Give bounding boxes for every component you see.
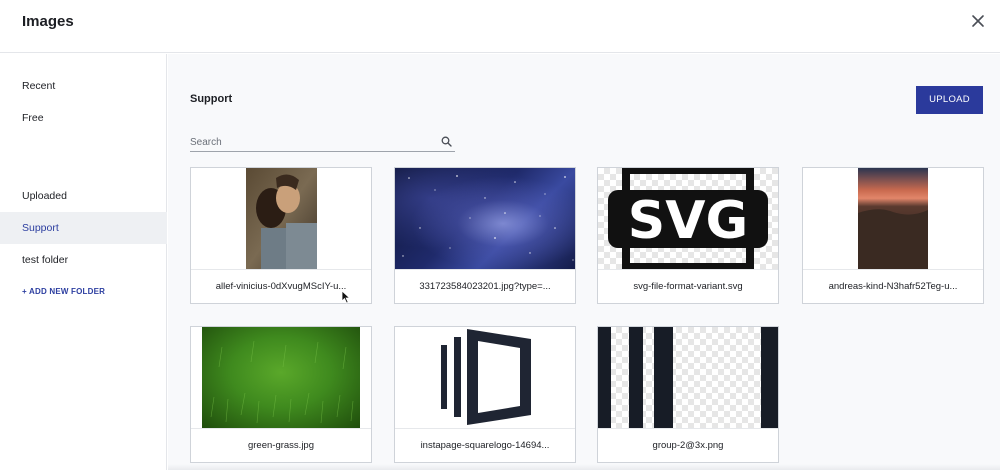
dialog-title: Images [22, 13, 74, 30]
image-card[interactable]: andreas-kind-N3hafr52Teg-u... [802, 167, 984, 304]
image-thumbnail: SVG [598, 168, 778, 269]
search-input[interactable] [190, 133, 430, 151]
sidebar-item-test-folder[interactable]: test folder [0, 244, 167, 276]
sidebar-item-uploaded[interactable]: Uploaded [0, 180, 167, 212]
image-card[interactable]: allef-vinicius-0dXvugMScIY-u... [190, 167, 372, 304]
section-title: Support [190, 93, 233, 105]
image-thumbnail [191, 327, 371, 428]
search-field [190, 133, 455, 152]
dialog-header: Images [0, 0, 1000, 53]
image-card[interactable]: group-2@3x.png [597, 326, 779, 463]
image-thumbnail [191, 168, 371, 269]
sidebar-item-free[interactable]: Free [0, 102, 167, 134]
image-filename: group-2@3x.png [598, 428, 778, 463]
image-card[interactable]: SVG svg-file-format-variant.svg [597, 167, 779, 304]
image-filename: 331723584023201.jpg?type=... [395, 269, 575, 304]
sidebar-item-support[interactable]: Support [0, 212, 167, 244]
image-filename: green-grass.jpg [191, 428, 371, 463]
image-filename: svg-file-format-variant.svg [598, 269, 778, 304]
image-card[interactable]: green-grass.jpg [190, 326, 372, 463]
image-card[interactable]: 331723584023201.jpg?type=... [394, 167, 576, 304]
image-thumbnail [803, 168, 983, 269]
image-thumbnail [395, 168, 575, 269]
image-filename: andreas-kind-N3hafr52Teg-u... [803, 269, 983, 304]
close-icon[interactable] [967, 10, 989, 32]
scroll-shadow [168, 464, 1000, 470]
sidebar: Recent Free Uploaded Support test folder… [0, 54, 167, 470]
svg-text:SVG: SVG [628, 191, 748, 251]
image-thumbnail [598, 327, 778, 428]
mouse-cursor-icon [341, 290, 351, 304]
search-icon[interactable] [441, 136, 452, 147]
main-panel: Support UPLOAD allef [168, 54, 1000, 470]
image-thumbnail [395, 327, 575, 428]
upload-button[interactable]: UPLOAD [916, 86, 983, 114]
add-new-folder-link[interactable]: + ADD NEW FOLDER [22, 287, 105, 296]
image-filename: instapage-squarelogo-14694... [395, 428, 575, 463]
image-card[interactable]: instapage-squarelogo-14694... [394, 326, 576, 463]
sidebar-item-recent[interactable]: Recent [0, 70, 167, 102]
